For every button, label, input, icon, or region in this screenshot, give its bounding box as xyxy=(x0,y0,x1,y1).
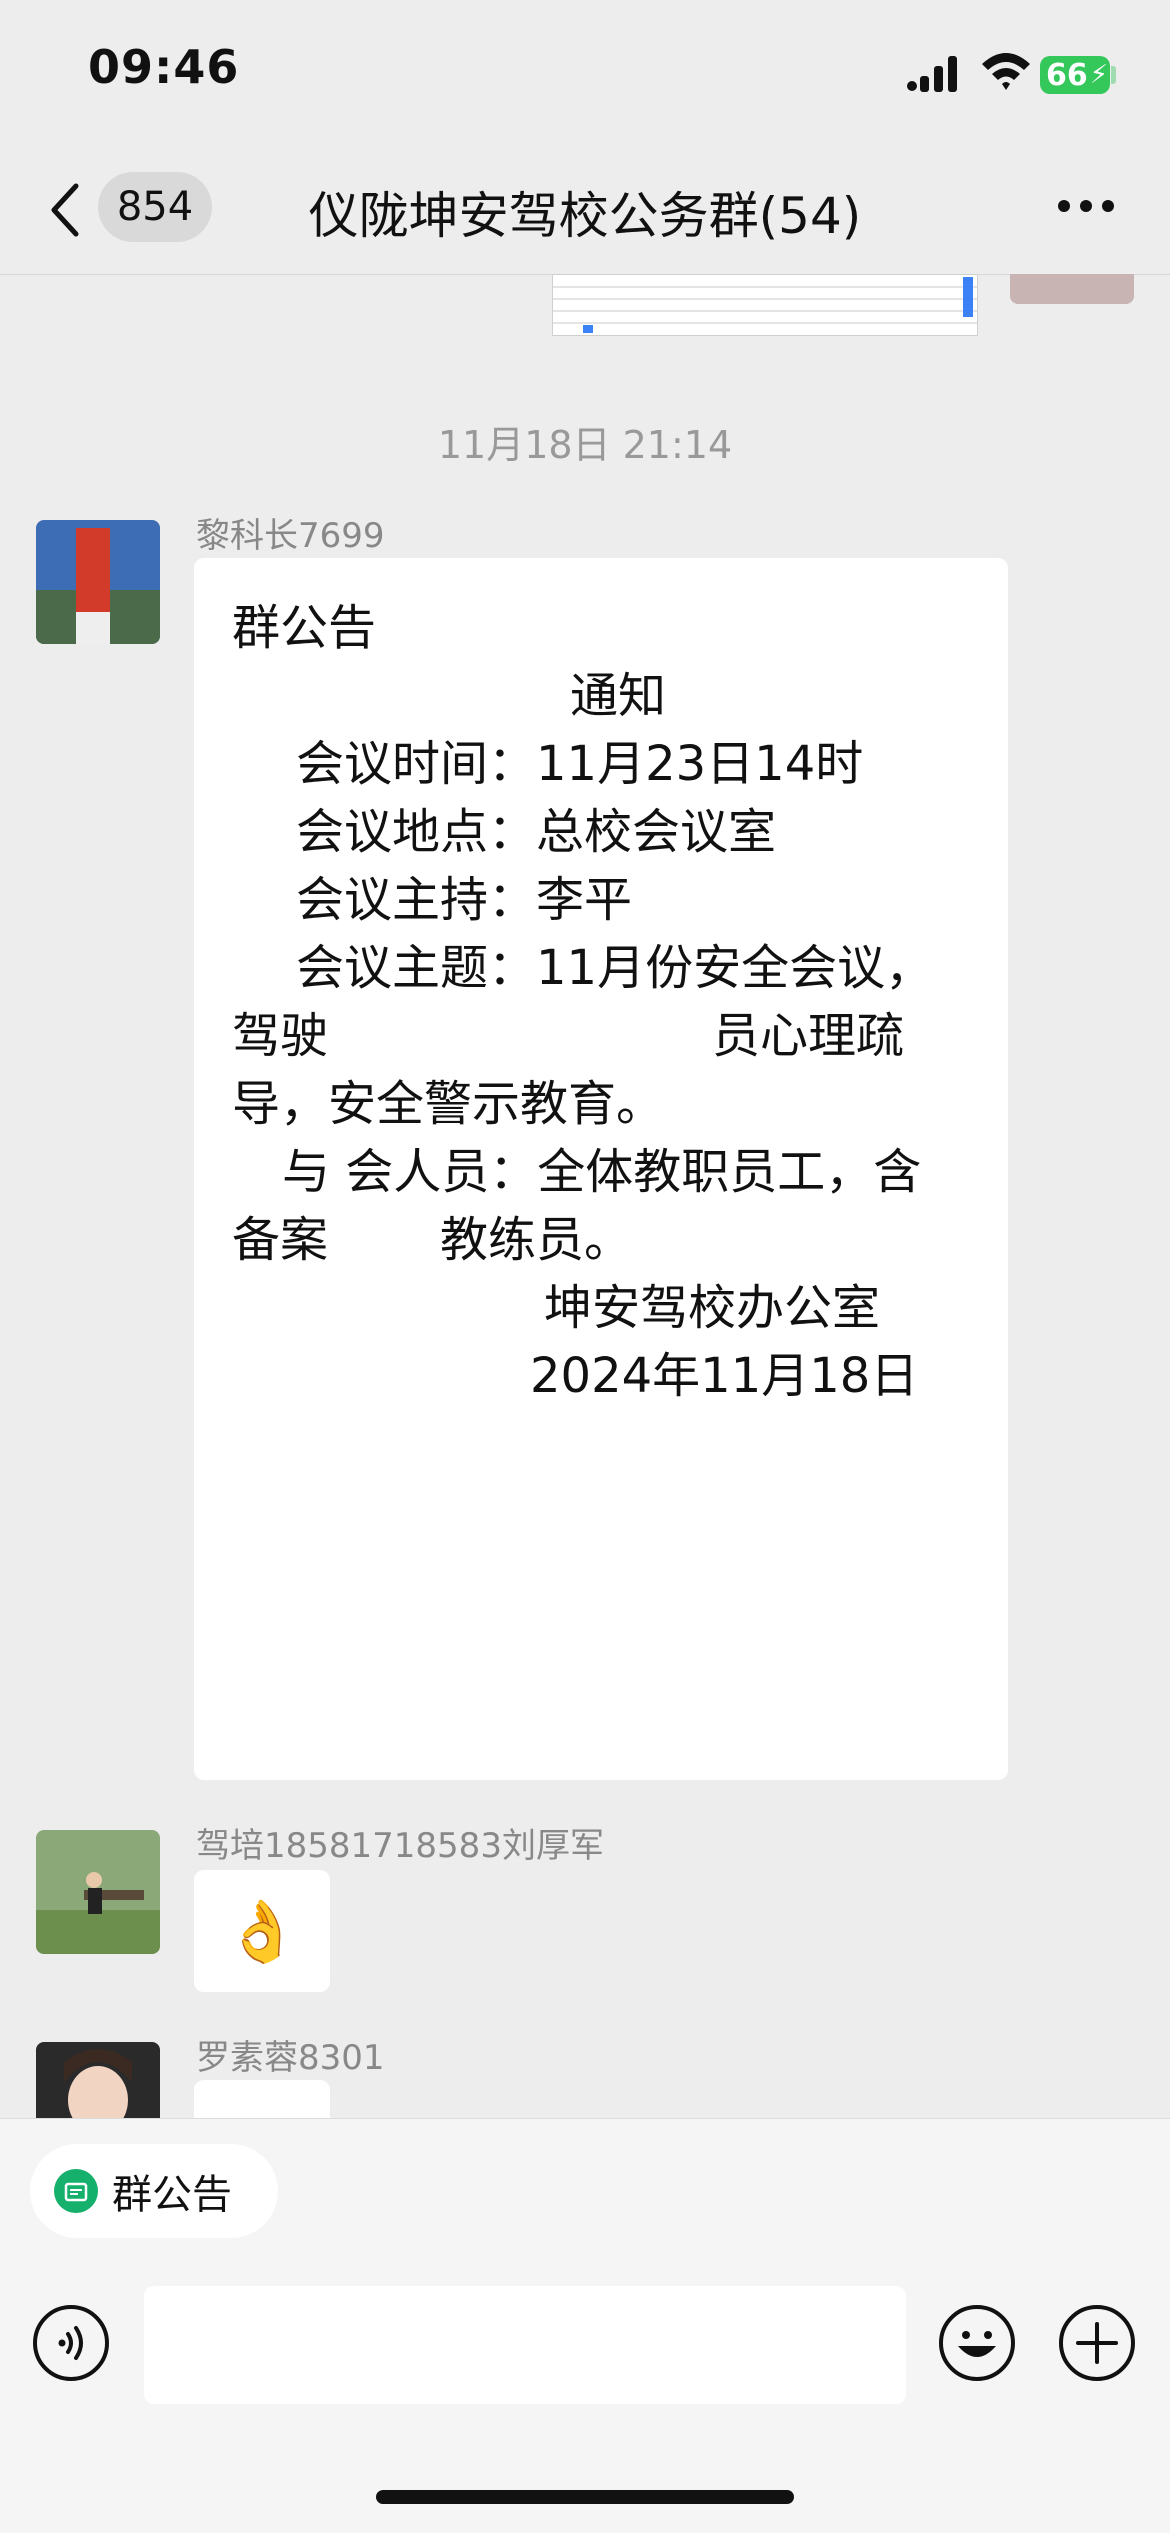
avatar-image xyxy=(36,2042,160,2118)
status-time: 09:46 xyxy=(88,40,240,94)
notice-line: 会议时间：11月23日14时 xyxy=(296,736,864,792)
notice-line: 会议主题：11月份安全会议， xyxy=(296,940,934,996)
previous-image-message[interactable] xyxy=(552,274,978,336)
message-timestamp: 11月18日 21:14 xyxy=(437,423,733,467)
message-bubble[interactable] xyxy=(194,2080,330,2120)
message-input[interactable] xyxy=(144,2286,906,2404)
notice-line: 导，安全警示教育。 xyxy=(232,1076,665,1132)
notice-line: 会议主持：李平 xyxy=(296,872,633,928)
notice-header: 群公告 xyxy=(232,600,377,656)
notice-line: 会议地点：总校会议室 xyxy=(296,804,777,860)
home-indicator[interactable] xyxy=(376,2490,794,2504)
ok-emoji-message[interactable]: 👌 xyxy=(194,1870,330,1992)
notice-date: 2024年11月18日 xyxy=(530,1348,919,1404)
sender-avatar[interactable] xyxy=(36,520,160,644)
group-notice-chip[interactable]: 群公告 xyxy=(30,2144,278,2238)
battery-tip xyxy=(1111,66,1116,84)
avatar-image xyxy=(36,520,160,644)
sender-name: 罗素蓉8301 xyxy=(196,2038,385,2078)
chat-title: 仪陇坤安驾校公务群(54) xyxy=(308,187,862,245)
spreadsheet-thumbnail xyxy=(553,277,977,333)
add-attachment-icon[interactable] xyxy=(1058,2304,1136,2382)
notice-signature: 坤安驾校办公室 xyxy=(544,1280,881,1336)
charging-bolt-icon: ⚡ xyxy=(1089,60,1109,90)
battery-icon: 66 ⚡ xyxy=(1040,56,1110,94)
avatar-image xyxy=(36,1830,160,1954)
voice-input-icon[interactable] xyxy=(32,2304,110,2382)
emoji-icon[interactable] xyxy=(938,2304,1016,2382)
notice-title: 通知 xyxy=(570,668,667,724)
cellular-signal-icon xyxy=(907,56,957,92)
wifi-icon xyxy=(982,53,1030,90)
notice-line: 与 会人员：全体教职员工，含 xyxy=(282,1144,922,1200)
notice-icon xyxy=(54,2169,98,2213)
sender-avatar[interactable] xyxy=(36,1830,160,1954)
notice-line: 驾驶 xyxy=(232,1008,329,1064)
notice-line: 备案 xyxy=(232,1212,329,1268)
group-notice-bubble[interactable]: 群公告 通知 会议时间：11月23日14时 会议地点：总校会议室 会议主持：李平… xyxy=(194,558,1008,1780)
sender-name: 驾培18581718583刘厚军 xyxy=(196,1826,604,1866)
notice-line: 员心理疏 xyxy=(712,1008,905,1064)
notice-chip-label: 群公告 xyxy=(112,2172,232,2218)
previous-sender-avatar[interactable] xyxy=(1010,274,1134,304)
battery-level: 66 xyxy=(1046,57,1088,93)
ok-hand-emoji: 👌 xyxy=(224,1896,300,1967)
sender-name: 黎科长7699 xyxy=(196,516,385,556)
sender-avatar[interactable] xyxy=(36,2042,160,2118)
notice-line: 教练员。 xyxy=(440,1212,633,1268)
more-options-icon[interactable] xyxy=(1056,198,1116,214)
